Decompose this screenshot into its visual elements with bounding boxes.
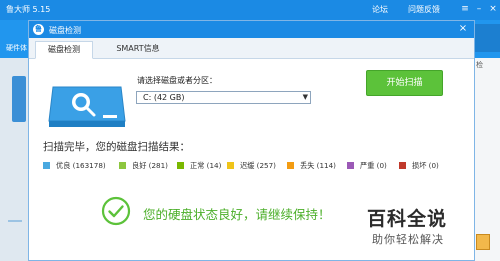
tab-disk-check[interactable]: 磁盘检测 (35, 41, 93, 59)
folder-icon[interactable] (476, 234, 490, 250)
chevron-down-icon: ▼ (302, 93, 308, 101)
legend-item-severe: 严重 (0) (347, 161, 387, 173)
legend-item-good: 良好 (281) (119, 161, 168, 173)
disk-check-dialog: 鲁 磁盘检测 × 磁盘检测 SMART信息 请选择磁盘或者分区： C: (42 … (28, 20, 475, 261)
legend-swatch (287, 162, 294, 169)
toolbar-hardware-label[interactable]: 硬件体 (6, 43, 27, 53)
legend-item-slow: 迟缓 (257) (227, 161, 276, 173)
app-titlebar: 鲁大师 5.15 论坛 问题反馈 ≡ – × (0, 0, 500, 20)
close-icon[interactable]: × (486, 2, 500, 16)
legend-item-damaged: 损坏 (0) (399, 161, 439, 173)
start-scan-button[interactable]: 开始扫描 (366, 70, 443, 96)
legend-item-excellent: 优良 (163178) (43, 161, 106, 173)
tab-smart-info[interactable]: SMART信息 (99, 41, 177, 59)
legend-swatch (177, 162, 184, 169)
app-logo-icon: 鲁 (33, 24, 44, 35)
legend-swatch (227, 162, 234, 169)
watermark-subtitle: 助你轻松解决 (372, 233, 444, 246)
feedback-link[interactable]: 问题反馈 (408, 4, 440, 15)
partition-select-value: C: (42 GB) (143, 93, 185, 102)
result-legend: 优良 (163178) 良好 (281) 正常 (14) 迟缓 (257) 丢失… (43, 161, 463, 173)
legend-swatch (119, 162, 126, 169)
legend-swatch (399, 162, 406, 169)
dialog-titlebar[interactable]: 鲁 磁盘检测 × (29, 21, 474, 38)
left-card (12, 76, 26, 122)
partition-select[interactable]: C: (42 GB) ▼ (136, 91, 311, 104)
dialog-title: 磁盘检测 (49, 26, 81, 35)
app-title: 鲁大师 5.15 (6, 5, 51, 14)
legend-swatch (43, 162, 50, 169)
right-pane (474, 58, 500, 261)
toolbar-right-icon[interactable] (472, 24, 500, 52)
minimize-icon[interactable]: – (472, 2, 486, 16)
status-message: 您的硬盘状态良好，请继续保持！ (143, 207, 331, 222)
dialog-close-icon[interactable]: × (456, 22, 470, 36)
partition-select-label: 请选择磁盘或者分区： (137, 76, 217, 85)
forum-link[interactable]: 论坛 (372, 4, 388, 15)
hard-disk-icon (48, 86, 126, 127)
watermark-title: 百科全说 (367, 208, 448, 230)
tab-bar: 磁盘检测 SMART信息 (29, 38, 474, 59)
legend-item-normal: 正常 (14) (177, 161, 221, 173)
result-heading: 扫描完毕，您的磁盘扫描结果： (43, 141, 190, 153)
check-circle-icon (101, 196, 131, 226)
legend-swatch (347, 162, 354, 169)
right-pane-label: 检 (476, 61, 483, 69)
legend-item-lost: 丢失 (114) (287, 161, 336, 173)
left-divider (8, 220, 22, 222)
menu-icon[interactable]: ≡ (458, 2, 472, 16)
